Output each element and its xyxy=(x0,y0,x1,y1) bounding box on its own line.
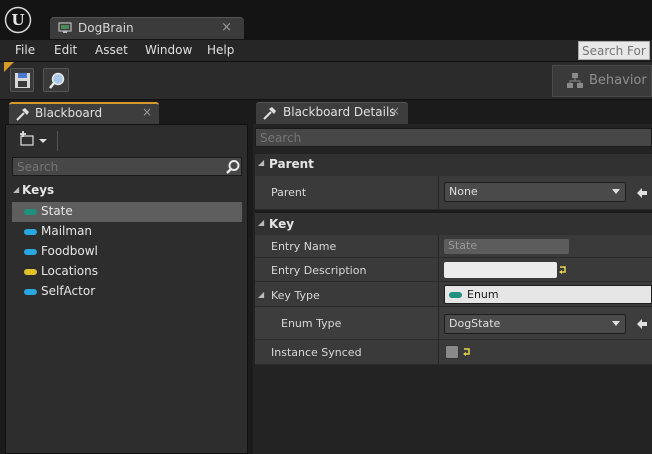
key-list-item[interactable]: Mailman xyxy=(12,222,242,242)
entry-description-row: Entry Description xyxy=(255,258,652,282)
hammer-icon xyxy=(263,107,276,120)
key-label: SelfActor xyxy=(41,284,96,298)
parent-dropdown-value: None xyxy=(449,185,478,198)
behavior-tree-icon xyxy=(567,73,583,88)
key-type-pill-icon xyxy=(24,269,37,275)
key-type-pill-icon xyxy=(24,249,37,255)
key-label: Locations xyxy=(41,264,99,278)
save-button[interactable] xyxy=(10,68,34,92)
tab-blackboard-details-close-icon[interactable]: × xyxy=(390,104,400,118)
enum-type-dropdown[interactable]: DogState xyxy=(444,314,626,334)
tab-blackboard[interactable]: Blackboard × xyxy=(9,102,159,124)
entry-description-field[interactable] xyxy=(444,262,557,278)
entry-name-label: Entry Name xyxy=(271,240,337,253)
entry-description-label: Entry Description xyxy=(271,264,367,277)
chevron-down-icon xyxy=(612,321,620,326)
svg-text:U: U xyxy=(11,11,24,29)
column-divider xyxy=(438,258,439,281)
entry-name-row: Entry Name State xyxy=(255,235,652,258)
search-icon[interactable] xyxy=(225,159,241,175)
key-label: Foodbowl xyxy=(41,244,98,258)
menu-window[interactable]: Window xyxy=(145,43,192,57)
behavior-tree-asset-icon xyxy=(58,22,72,33)
parent-category-header[interactable]: ◢ Parent xyxy=(255,154,652,176)
key-label: State xyxy=(41,204,73,218)
key-list-item[interactable]: Locations xyxy=(12,262,242,282)
save-icon xyxy=(15,73,30,88)
key-label: Mailman xyxy=(41,224,93,238)
enum-type-row: Enum Type DogState xyxy=(255,307,652,340)
enum-pill-icon xyxy=(449,292,462,298)
parent-property-label: Parent xyxy=(271,186,307,199)
menu-file[interactable]: File xyxy=(15,43,35,57)
menu-help[interactable]: Help xyxy=(207,43,234,57)
tab-blackboard-details[interactable]: Blackboard Details × xyxy=(256,102,408,124)
find-in-browser-button[interactable] xyxy=(43,68,69,92)
menu-asset[interactable]: Asset xyxy=(95,43,128,57)
document-tab-close-icon[interactable]: × xyxy=(221,20,232,35)
instance-synced-label: Instance Synced xyxy=(271,346,362,359)
reset-default-icon[interactable] xyxy=(462,347,472,357)
instance-synced-row: Instance Synced xyxy=(255,340,652,365)
new-key-button[interactable] xyxy=(16,130,50,150)
parent-property-row: Parent None xyxy=(255,176,652,210)
instance-synced-checkbox[interactable] xyxy=(445,345,459,359)
magnifier-icon xyxy=(49,72,65,89)
reset-arrow-icon[interactable] xyxy=(636,187,648,199)
key-list-item[interactable]: State xyxy=(12,202,242,222)
enum-type-value: DogState xyxy=(449,317,501,330)
keys-category-label: Keys xyxy=(22,183,55,197)
column-divider xyxy=(438,235,439,257)
details-search-input[interactable] xyxy=(255,128,652,147)
behavior-mode-label: Behavior xyxy=(589,73,647,88)
hammer-icon xyxy=(16,108,29,121)
parent-category-label: Parent xyxy=(269,157,314,171)
help-search-input[interactable] xyxy=(578,41,650,60)
key-list-item[interactable]: SelfActor xyxy=(12,282,242,302)
enum-type-label: Enum Type xyxy=(281,317,342,330)
parent-dropdown[interactable]: None xyxy=(444,182,626,202)
collapse-arrow-icon: ◢ xyxy=(258,290,265,299)
key-category-label: Key xyxy=(269,217,295,231)
column-divider xyxy=(438,340,439,364)
toolbar-separator xyxy=(57,131,58,151)
key-type-row: ◢ Key Type Enum xyxy=(255,282,652,307)
menu-bar: File Edit Asset Window Help xyxy=(0,40,652,62)
collapse-arrow-icon: ◢ xyxy=(258,218,265,227)
collapse-arrow-icon: ◢ xyxy=(13,185,20,194)
reset-default-icon[interactable] xyxy=(558,265,568,275)
collapse-arrow-icon: ◢ xyxy=(258,158,265,167)
menu-edit[interactable]: Edit xyxy=(54,43,77,57)
chevron-down-icon xyxy=(612,189,620,194)
column-divider xyxy=(438,282,439,306)
key-type-pill-icon xyxy=(24,289,37,295)
tab-blackboard-close-icon[interactable]: × xyxy=(142,105,152,119)
key-type-pill-icon xyxy=(24,229,37,235)
key-list-item[interactable]: Foodbowl xyxy=(12,242,242,262)
reset-arrow-icon[interactable] xyxy=(636,318,648,330)
keys-category-header[interactable]: ◢ Keys xyxy=(10,181,242,201)
blackboard-search-input[interactable] xyxy=(12,157,242,176)
key-type-label: Key Type xyxy=(271,289,320,302)
column-divider xyxy=(438,176,439,209)
key-type-value: Enum xyxy=(467,288,499,301)
unreal-logo-icon: U xyxy=(4,6,32,34)
tab-blackboard-label: Blackboard xyxy=(35,106,103,120)
key-type-selector[interactable]: Enum xyxy=(444,285,652,304)
document-tab-label: DogBrain xyxy=(78,21,134,35)
document-tab-dogbrain[interactable]: DogBrain × xyxy=(50,17,244,39)
column-divider xyxy=(438,307,439,339)
entry-name-field[interactable]: State xyxy=(444,239,569,254)
behavior-mode-button[interactable]: Behavior xyxy=(552,65,652,97)
key-type-pill-icon xyxy=(24,209,37,215)
new-key-icon xyxy=(20,131,47,146)
key-category-header[interactable]: ◢ Key xyxy=(255,213,652,235)
tab-blackboard-details-label: Blackboard Details xyxy=(283,105,396,119)
